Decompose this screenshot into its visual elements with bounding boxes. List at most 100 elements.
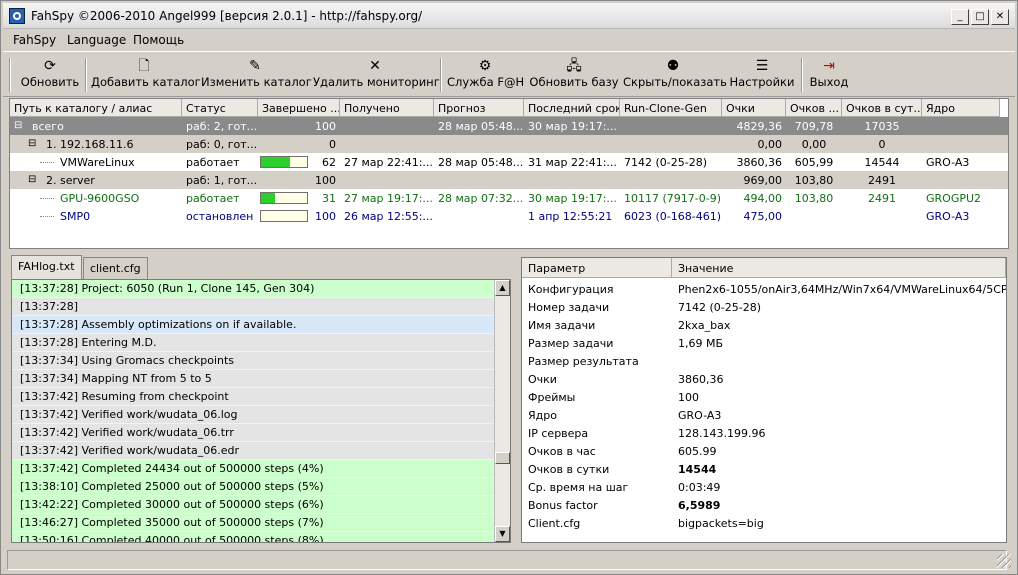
grid-row[interactable]: SMP0 остановлен 100 26 мар 12:55:... 1 апр 1… — [10, 207, 1008, 225]
refresh-button[interactable]: ⟳ Обновить — [19, 54, 81, 94]
property-row: Очков в сутки 14544 — [522, 460, 1006, 478]
cell-forecast: 28 мар 07:32... — [438, 192, 524, 205]
cell-points: 969,00 — [743, 174, 783, 187]
cell-status: раб: 2, гот... — [186, 120, 258, 133]
minimize-button[interactable]: _ — [951, 9, 969, 25]
property-value: 14544 — [678, 463, 717, 476]
scroll-up-icon[interactable]: ▲ — [495, 280, 510, 296]
property-name: Размер задачи — [528, 337, 614, 350]
cell-rcg: 7142 (0-25-28) — [624, 156, 708, 169]
tree-expander-icon[interactable]: ⊟ — [14, 120, 22, 131]
property-name: Фреймы — [528, 391, 576, 404]
header-col-status[interactable]: Статус — [182, 99, 258, 117]
tab-client-cfg[interactable]: client.cfg — [83, 257, 148, 279]
property-row: Размер результата — [522, 352, 1006, 370]
tree-expander-icon[interactable]: ⊟ — [28, 174, 36, 185]
cell-ppd-short: 605,99 — [794, 156, 834, 169]
resize-grip-icon[interactable] — [997, 554, 1011, 568]
header-col-points[interactable]: Очки — [722, 99, 786, 117]
update-db-icon: 🖧 — [566, 58, 582, 74]
header-col-ppd[interactable]: Очков в сут... — [842, 99, 922, 117]
maximize-button[interactable]: □ — [971, 9, 989, 25]
status-panel — [7, 550, 1007, 570]
fah-service-button[interactable]: ⚙ Служба F@H — [447, 54, 524, 94]
cell-core — [922, 117, 1000, 135]
header-col-forecast[interactable]: Прогноз — [434, 99, 524, 117]
tree-connector-icon — [40, 198, 54, 199]
menu-language[interactable]: Language — [67, 33, 126, 47]
log-view[interactable]: [13:37:28] Project: 6050 (Run 1, Clone 1… — [11, 279, 511, 543]
bottom-panel: FAHlog.txt client.cfg [13:37:28] Project… — [9, 253, 1009, 545]
update-db-button[interactable]: 🖧 Обновить базу — [529, 54, 619, 94]
settings-icon: ☰ — [755, 58, 769, 74]
grid-row[interactable]: VMWareLinux работает 62 27 мар 22:41:... 28 … — [10, 153, 1008, 171]
cell-path: GPU-9600GSO — [60, 192, 140, 205]
monitor-grid: Путь к каталогу / алиас Статус Завершено .… — [9, 98, 1009, 249]
scroll-down-icon[interactable]: ▼ — [495, 526, 510, 542]
tab-fahlog[interactable]: FAHlog.txt — [11, 255, 82, 279]
cell-deadline: 1 апр 12:55:21 — [528, 210, 613, 223]
add-folder-button[interactable]: 🗋 Добавить каталог — [91, 54, 201, 94]
close-button[interactable]: ✕ — [991, 9, 1009, 25]
log-line: [13:37:28] — [12, 298, 496, 316]
log-line: [13:37:42] Verified work/wudata_06.trr — [12, 424, 496, 442]
grid-row[interactable]: всего ⊟ раб: 2, гот... 100 28 мар 05:48... 30… — [10, 117, 1008, 135]
cell-deadline — [524, 135, 620, 153]
header-col-deadline[interactable]: Последний срок — [524, 99, 620, 117]
header-col-ppd-short[interactable]: Очков ... — [786, 99, 842, 117]
property-row: Ср. время на шаг 0:03:49 — [522, 478, 1006, 496]
cell-core: GROGPU2 — [926, 192, 982, 205]
scroll-thumb[interactable] — [495, 452, 510, 464]
header-col-path[interactable]: Путь к каталогу / алиас — [10, 99, 182, 117]
exit-button[interactable]: ⇥ Выход — [807, 54, 851, 94]
log-line: [13:38:10] Completed 25000 out of 500000… — [12, 478, 496, 496]
cell-rcg — [620, 135, 722, 153]
header-col-rcg[interactable]: Run-Clone-Gen — [620, 99, 722, 117]
cell-ppd: 14544 — [864, 156, 900, 169]
settings-button[interactable]: ☰ Настройки — [727, 54, 797, 94]
cell-done: 100 — [315, 174, 336, 187]
property-name: Имя задачи — [528, 319, 596, 332]
hide-show-button[interactable]: ⚉ Скрыть/показать — [623, 54, 727, 94]
cell-forecast: 28 мар 05:48... — [438, 156, 524, 169]
menu-help[interactable]: Помощь — [133, 33, 184, 47]
cell-core: GRO-A3 — [926, 210, 970, 223]
cell-ppd-short: 103,80 — [794, 192, 834, 205]
property-value: 100 — [678, 391, 699, 404]
header-parameter[interactable]: Параметр — [522, 258, 672, 278]
cell-points: 0,00 — [757, 138, 783, 151]
cell-received: 27 мар 22:41:... — [344, 156, 433, 169]
title-bar[interactable]: FahSpy ©2006-2010 Angel999 [версия 2.0.1… — [3, 3, 1015, 29]
cell-core — [922, 135, 1000, 153]
cell-ppd-short — [786, 207, 842, 225]
cell-forecast: 28 мар 05:48... — [438, 120, 524, 133]
property-name: Ср. время на шаг — [528, 481, 629, 494]
cell-points: 3860,36 — [736, 156, 783, 169]
property-value: 2kxa_bax — [678, 319, 731, 332]
property-row: Bonus factor 6,5989 — [522, 496, 1006, 514]
property-value: 6,5989 — [678, 499, 721, 512]
log-scrollbar[interactable]: ▲ ▼ — [494, 280, 510, 542]
cell-ppd: 2491 — [868, 192, 896, 205]
grid-row[interactable]: 2. server ⊟ раб: 1, гот... 100 969,00 103,80 2… — [10, 171, 1008, 189]
grid-row[interactable]: GPU-9600GSO работает 31 27 мар 19:17:... 28 … — [10, 189, 1008, 207]
cell-status: раб: 1, гот... — [186, 174, 258, 187]
delete-monitoring-button[interactable]: ✕ Удалить мониторинг — [313, 54, 440, 94]
property-row: Размер задачи 1,69 МБ — [522, 334, 1006, 352]
header-value[interactable]: Значение — [672, 258, 1006, 278]
property-name: Очков в сутки — [528, 463, 610, 476]
header-col-received[interactable]: Получено — [340, 99, 434, 117]
property-row: Очки 3860,36 — [522, 370, 1006, 388]
property-row: Очков в час 605.99 — [522, 442, 1006, 460]
property-row: IP сервера 128.143.199.96 — [522, 424, 1006, 442]
cell-done: 62 — [322, 156, 336, 169]
grid-row[interactable]: 1. 192.168.11.6 ⊟ раб: 0, гот... 0 0,00 0,00 0 — [10, 135, 1008, 153]
property-value: bigpackets=big — [678, 517, 764, 530]
cell-done: 100 — [315, 210, 336, 223]
edit-folder-button[interactable]: ✎ Изменить каталог — [201, 54, 312, 94]
menu-fahspy[interactable]: FahSpy — [13, 33, 56, 47]
tree-expander-icon[interactable]: ⊟ — [28, 138, 36, 149]
log-tabs: FAHlog.txt client.cfg — [9, 255, 519, 279]
header-col-done[interactable]: Завершено ... — [258, 99, 340, 117]
header-col-core[interactable]: Ядро — [922, 99, 1000, 117]
